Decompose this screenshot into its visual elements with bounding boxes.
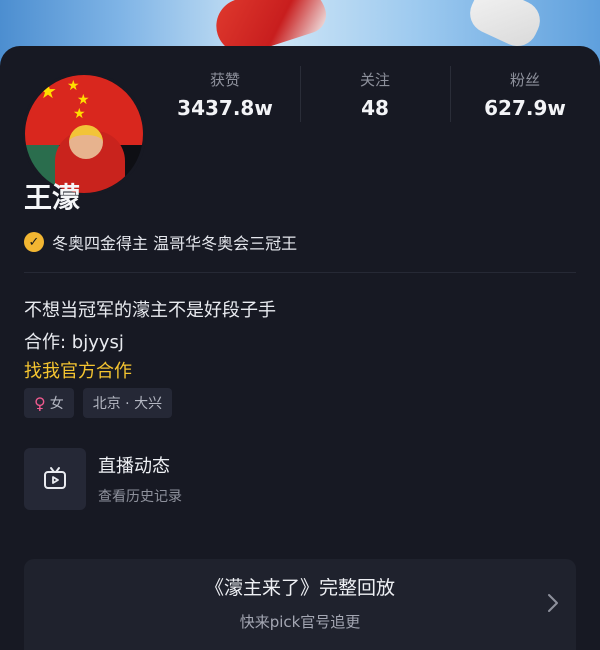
chevron-right-icon bbox=[546, 591, 560, 615]
divider bbox=[24, 272, 576, 273]
verified-badge-icon: ✓ bbox=[24, 232, 44, 252]
live-title: 直播动态 bbox=[98, 456, 170, 477]
profile-card: ★ ★ ★ ★ 获赞 3437.8w 关注 48 粉丝 627.9w 王濛 ✓ … bbox=[0, 46, 600, 650]
stat-following[interactable]: 关注 48 bbox=[300, 56, 450, 132]
gender-tag: ♀ 女 bbox=[24, 388, 74, 418]
cover-image-skater-right bbox=[463, 0, 547, 53]
live-replay-icon bbox=[24, 448, 86, 510]
live-history-entry[interactable]: 直播动态 查看历史记录 bbox=[24, 448, 182, 510]
bio-line-2: 合作: bjyysj bbox=[24, 332, 124, 353]
profile-stats: 获赞 3437.8w 关注 48 粉丝 627.9w bbox=[150, 56, 600, 132]
verification-row: ✓ 冬奥四金得主 温哥华冬奥会三冠王 bbox=[24, 230, 297, 254]
replay-title: 《濛主来了》完整回放 bbox=[204, 577, 395, 599]
stat-value: 3437.8w bbox=[177, 95, 273, 120]
replay-subtitle: 快来pick官号追更 bbox=[239, 613, 361, 631]
location-tag: 北京 · 大兴 bbox=[82, 388, 173, 418]
profile-tags: ♀ 女 北京 · 大兴 bbox=[24, 388, 173, 418]
stat-value: 627.9w bbox=[484, 95, 566, 120]
stat-likes[interactable]: 获赞 3437.8w bbox=[150, 56, 300, 132]
stat-label: 获赞 bbox=[209, 70, 240, 89]
female-icon: ♀ bbox=[34, 393, 46, 413]
stat-value: 48 bbox=[361, 95, 389, 120]
verification-text: 冬奥四金得主 温哥华冬奥会三冠王 bbox=[52, 234, 298, 253]
tv-play-icon bbox=[44, 467, 66, 489]
stat-label: 粉丝 bbox=[509, 70, 540, 89]
bio-line-1: 不想当冠军的濛主不是好段子手 bbox=[24, 300, 276, 321]
replay-banner[interactable]: 《濛主来了》完整回放 快来pick官号追更 bbox=[24, 559, 576, 650]
live-subtitle: 查看历史记录 bbox=[98, 489, 182, 505]
stat-followers[interactable]: 粉丝 627.9w bbox=[450, 56, 600, 132]
stat-label: 关注 bbox=[359, 70, 390, 89]
gender-text: 女 bbox=[49, 396, 64, 412]
profile-name: 王濛 bbox=[24, 181, 81, 214]
business-cooperation-link[interactable]: 找我官方合作 bbox=[24, 357, 132, 383]
